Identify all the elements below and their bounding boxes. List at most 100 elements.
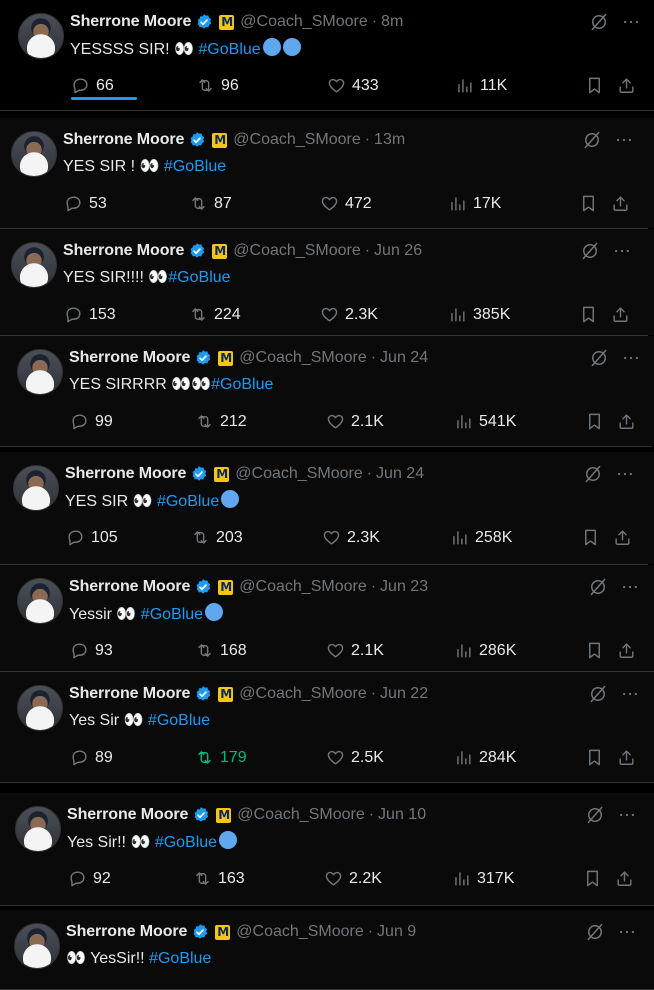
hashtag-link[interactable]: #GoBlue <box>155 834 217 851</box>
timestamp[interactable]: Jun 24 <box>380 348 428 368</box>
share-button[interactable] <box>615 869 634 888</box>
grok-icon[interactable] <box>583 464 603 484</box>
reply-button[interactable]: 66 <box>71 76 114 95</box>
more-icon[interactable] <box>620 577 640 597</box>
like-button[interactable]: 2.3K <box>320 305 378 324</box>
author-name[interactable]: Sherrone Moore <box>63 130 184 150</box>
timestamp[interactable]: Jun 23 <box>380 577 428 597</box>
bookmark-button[interactable] <box>585 641 604 660</box>
like-button[interactable]: 2.2K <box>324 869 382 888</box>
views-button[interactable]: 541K <box>454 412 516 431</box>
tweet[interactable]: Sherrone Moore @Coach_SMoore·Jun 24 YES … <box>0 452 654 564</box>
hashtag-link[interactable]: #GoBlue <box>198 41 260 58</box>
bookmark-button[interactable] <box>585 412 604 431</box>
more-icon[interactable] <box>615 464 635 484</box>
grok-icon[interactable] <box>589 348 609 368</box>
reply-button[interactable]: 93 <box>70 641 113 660</box>
views-button[interactable]: 17K <box>448 194 501 213</box>
views-button[interactable]: 258K <box>450 528 512 547</box>
retweet-button[interactable]: 179 <box>195 748 247 767</box>
verified-badge-icon[interactable] <box>188 242 206 260</box>
author-name[interactable]: Sherrone Moore <box>65 464 186 484</box>
verified-badge-icon[interactable] <box>194 349 212 367</box>
verified-badge-icon[interactable] <box>194 685 212 703</box>
author-name[interactable]: Sherrone Moore <box>69 577 190 597</box>
hashtag-link[interactable]: #GoBlue <box>149 950 211 967</box>
share-button[interactable] <box>611 194 630 213</box>
more-icon[interactable] <box>617 922 637 942</box>
author-name[interactable]: Sherrone Moore <box>67 805 188 825</box>
reply-button[interactable]: 105 <box>66 528 118 547</box>
avatar[interactable] <box>15 806 61 852</box>
michigan-block-m-badge[interactable] <box>218 579 234 595</box>
reply-button[interactable]: 92 <box>68 869 111 888</box>
verified-badge-icon[interactable] <box>190 465 208 483</box>
michigan-block-m-badge[interactable] <box>215 924 231 940</box>
share-button[interactable] <box>617 76 636 95</box>
views-button[interactable]: 286K <box>454 641 516 660</box>
retweet-button[interactable]: 203 <box>191 528 243 547</box>
like-button[interactable]: 2.1K <box>326 641 384 660</box>
retweet-button[interactable]: 87 <box>189 194 232 213</box>
reply-button[interactable]: 53 <box>64 194 107 213</box>
retweet-button[interactable]: 96 <box>196 76 239 95</box>
like-button[interactable]: 472 <box>320 194 372 213</box>
tweet[interactable]: Sherrone Moore @Coach_SMoore·Jun 10 Yes … <box>0 793 654 905</box>
grok-icon[interactable] <box>582 130 602 150</box>
timestamp[interactable]: Jun 26 <box>374 241 422 261</box>
like-button[interactable]: 2.5K <box>326 748 384 767</box>
grok-icon[interactable] <box>585 805 605 825</box>
author-handle[interactable]: @Coach_SMoore <box>233 241 360 261</box>
timestamp[interactable]: 13m <box>374 130 405 150</box>
michigan-block-m-badge[interactable] <box>216 807 232 823</box>
author-handle[interactable]: @Coach_SMoore <box>240 12 367 32</box>
author-name[interactable]: Sherrone Moore <box>70 12 191 32</box>
retweet-button[interactable]: 168 <box>195 641 247 660</box>
avatar[interactable] <box>17 685 63 731</box>
verified-badge-icon[interactable] <box>195 13 213 31</box>
like-button[interactable]: 2.3K <box>322 528 380 547</box>
hashtag-link[interactable]: #GoBlue <box>141 606 203 623</box>
views-button[interactable]: 11K <box>455 76 507 95</box>
hashtag-link[interactable]: #GoBlue <box>148 712 210 729</box>
michigan-block-m-badge[interactable] <box>218 686 234 702</box>
more-icon[interactable] <box>621 348 641 368</box>
timestamp[interactable]: Jun 9 <box>377 922 416 942</box>
grok-icon[interactable] <box>588 684 608 704</box>
views-button[interactable]: 284K <box>454 748 516 767</box>
michigan-block-m-badge[interactable] <box>219 14 235 30</box>
author-handle[interactable]: @Coach_SMoore <box>239 684 366 704</box>
like-button[interactable]: 433 <box>327 76 379 95</box>
retweet-button[interactable]: 224 <box>189 305 241 324</box>
tweet[interactable]: Sherrone Moore @Coach_SMoore·Jun 26 YES … <box>0 229 654 335</box>
author-name[interactable]: Sherrone Moore <box>63 241 184 261</box>
more-icon[interactable] <box>617 805 637 825</box>
reply-button[interactable]: 89 <box>70 748 113 767</box>
avatar[interactable] <box>18 13 64 59</box>
share-button[interactable] <box>617 412 636 431</box>
avatar[interactable] <box>11 131 57 177</box>
avatar[interactable] <box>14 923 60 969</box>
avatar[interactable] <box>11 242 57 288</box>
grok-icon[interactable] <box>580 241 600 261</box>
tweet[interactable]: Sherrone Moore @Coach_SMoore·Jun 24 YES … <box>0 336 654 446</box>
more-icon[interactable] <box>614 130 634 150</box>
author-handle[interactable]: @Coach_SMoore <box>239 577 366 597</box>
hashtag-link[interactable]: #GoBlue <box>168 269 230 286</box>
author-name[interactable]: Sherrone Moore <box>69 684 190 704</box>
tweet[interactable]: Sherrone Moore @Coach_SMoore·Jun 23 Yess… <box>0 565 654 671</box>
grok-icon[interactable] <box>589 12 609 32</box>
author-handle[interactable]: @Coach_SMoore <box>236 922 363 942</box>
share-button[interactable] <box>617 748 636 767</box>
author-handle[interactable]: @Coach_SMoore <box>233 130 360 150</box>
bookmark-button[interactable] <box>581 528 600 547</box>
michigan-block-m-badge[interactable] <box>218 350 234 366</box>
tweet[interactable]: Sherrone Moore @Coach_SMoore·Jun 22 Yes … <box>0 672 654 782</box>
avatar[interactable] <box>17 349 63 395</box>
tweet[interactable]: Sherrone Moore @Coach_SMoore·Jun 9 👀 Yes… <box>0 910 654 989</box>
avatar[interactable] <box>13 465 59 511</box>
like-button[interactable]: 2.1K <box>326 412 384 431</box>
share-button[interactable] <box>611 305 630 324</box>
tweet[interactable]: Sherrone Moore @Coach_SMoore·13m YES SIR… <box>0 118 654 228</box>
avatar[interactable] <box>17 578 63 624</box>
